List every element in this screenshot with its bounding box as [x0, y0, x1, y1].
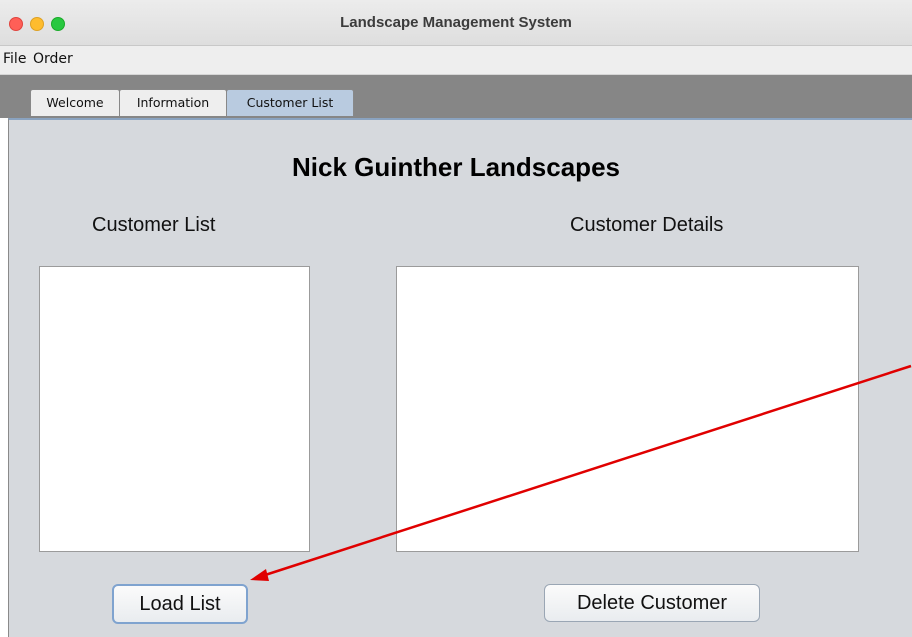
- app-window: Landscape Management System File Order W…: [0, 0, 912, 637]
- annotation-arrow: [250, 364, 912, 581]
- annotation-arrow-head: [250, 569, 269, 581]
- annotation-arrow-line: [261, 364, 912, 578]
